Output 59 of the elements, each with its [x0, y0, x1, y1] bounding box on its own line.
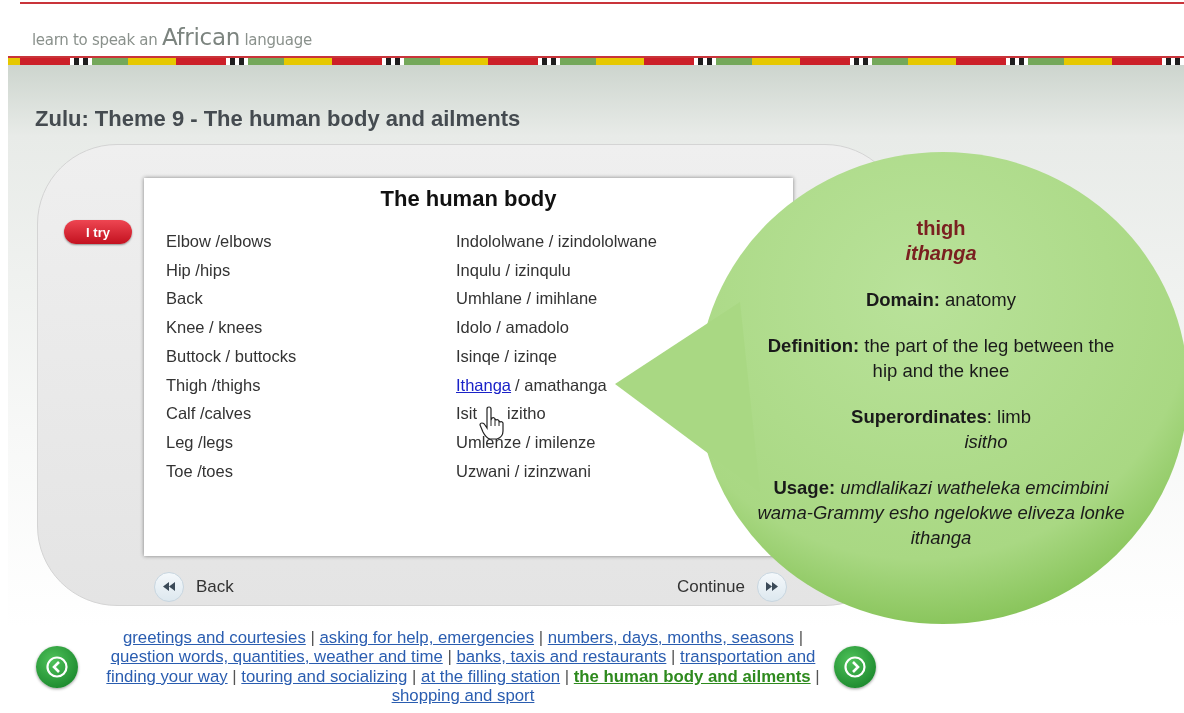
- topic-link[interactable]: transportation and: [680, 647, 816, 667]
- zulu-word: Inqulu / izinqulu: [456, 260, 571, 281]
- link-separator: |: [564, 666, 570, 686]
- try-button[interactable]: I try: [64, 220, 132, 244]
- link-separator: |: [310, 628, 315, 647]
- english-word: Hip /hips: [166, 260, 232, 281]
- zulu-word: Uzwani / izinzwani: [456, 461, 591, 482]
- next-button[interactable]: [834, 645, 876, 688]
- continue-button[interactable]: Continue: [676, 571, 787, 602]
- english-word: Thigh /thighs: [166, 375, 262, 395]
- site-tagline: learn to speak an African language: [32, 24, 312, 50]
- link-separator: |: [815, 666, 820, 686]
- word-link[interactable]: Ithanga: [456, 375, 512, 395]
- zulu-word: Umlenze / imilenze: [456, 432, 596, 453]
- english-word: Leg /legs: [166, 432, 234, 453]
- topic-link[interactable]: question words, quantities, weather and time: [110, 647, 443, 667]
- rewind-icon: [163, 582, 175, 591]
- card-title: The human body: [379, 186, 558, 212]
- link-separator: |: [232, 666, 237, 686]
- topic-link[interactable]: numbers, days, months, seasons: [547, 628, 794, 647]
- headword: thigh: [915, 216, 967, 241]
- definition-field: Domain: anatomy: [755, 287, 1127, 312]
- chevron-left-icon: [46, 655, 68, 678]
- english-word: Elbow /elbows: [166, 232, 273, 252]
- link-separator: |: [798, 628, 804, 647]
- definition-field: Usage: umdlalikazi watheleka emcimbini wama-Grammy esho ngelokwe eliveza lonke ithanga: [755, 475, 1127, 550]
- english-word: Buttock / buttocks: [166, 346, 298, 367]
- zulu-word: / amathanga: [515, 375, 607, 395]
- zulu-word: Umhlane / imihlane: [456, 289, 598, 309]
- topic-link[interactable]: the human body and ailments: [573, 666, 811, 686]
- link-separator: |: [447, 647, 452, 667]
- zulu-word: Isinqe / izinqe: [456, 346, 557, 367]
- topic-link[interactable]: asking for help, emergencies: [319, 628, 535, 647]
- topic-link[interactable]: shopping and sport: [391, 685, 535, 705]
- link-separator: |: [412, 666, 417, 686]
- link-separator: |: [671, 647, 676, 667]
- definition-field: Definition: the part of the leg between the hip and the knee: [755, 333, 1127, 383]
- zulu-word: Isit: [456, 404, 478, 424]
- english-word: Toe /toes: [166, 461, 234, 482]
- superordinate-translation: isitho: [963, 430, 1009, 454]
- fast-forward-icon: [766, 582, 778, 591]
- previous-button[interactable]: [36, 645, 78, 688]
- chevron-right-icon: [844, 655, 866, 678]
- headword-translation: ithanga: [904, 241, 978, 266]
- page-title: Zulu: Theme 9 - The human body and ailments: [35, 106, 522, 132]
- zulu-word: izitho: [507, 404, 546, 424]
- english-word: Knee / knees: [166, 318, 264, 338]
- topic-link[interactable]: banks, taxis and restaurants: [456, 647, 667, 667]
- topic-link[interactable]: at the filling station: [421, 666, 561, 686]
- topic-link[interactable]: greetings and courtesies: [122, 628, 306, 647]
- zulu-word: Indololwane / izindololwane: [456, 232, 657, 252]
- topic-link[interactable]: touring and socializing: [241, 666, 408, 686]
- definition-field: Superordinates: limb: [755, 404, 1127, 429]
- english-word: Calf /calves: [166, 404, 253, 424]
- english-word: Back: [166, 289, 204, 309]
- link-separator: |: [538, 628, 544, 647]
- back-button[interactable]: Back: [154, 571, 234, 602]
- topic-link[interactable]: finding your way: [106, 666, 228, 686]
- zulu-word: Idolo / amadolo: [456, 318, 569, 338]
